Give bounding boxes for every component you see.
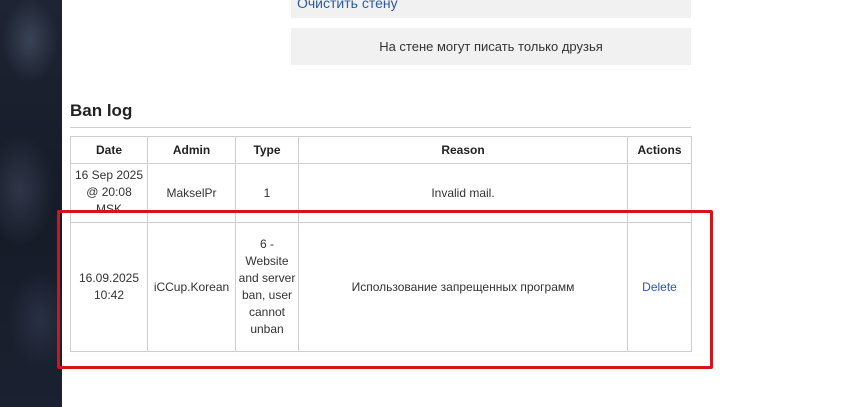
column-header-admin: Admin xyxy=(147,136,236,164)
column-header-type: Type xyxy=(235,136,299,164)
column-header-date: Date xyxy=(70,136,148,164)
ban-admin-cell: MakselPr xyxy=(147,163,236,223)
ban-actions-cell: Delete xyxy=(627,222,692,352)
ban-log-title: Ban log xyxy=(70,101,133,120)
clear-wall-link[interactable]: Очистить стену xyxy=(297,0,398,12)
ban-date-cell: 16.09.2025 10:42 xyxy=(70,222,148,352)
sidebar-background-image xyxy=(0,0,62,407)
ban-reason-cell: Invalid mail. xyxy=(298,163,628,223)
ban-reason-cell: Использование запрещенных программ xyxy=(298,222,628,352)
clear-wall-panel: Очистить стену xyxy=(291,0,691,18)
ban-date-cell: 16 Sep 2025 @ 20:08 MSK xyxy=(70,163,148,223)
ban-admin-cell: iCCup.Korean xyxy=(147,222,236,352)
column-header-actions: Actions xyxy=(627,136,692,164)
ban-log-divider xyxy=(70,127,691,128)
delete-ban-link[interactable]: Delete xyxy=(642,280,677,294)
table-row: 16.09.2025 10:42 iCCup.Korean 6 - Websit… xyxy=(70,222,692,352)
ban-actions-cell xyxy=(627,163,692,223)
ban-date: 16 Sep 2025 @ 20:08 MSK xyxy=(74,168,144,216)
wall-friends-only-note: На стене могут писать только друзья xyxy=(291,28,691,65)
table-row: 16 Sep 2025 @ 20:08 MSK MakselPr 1 Inval… xyxy=(70,163,692,223)
ban-type-cell: 1 xyxy=(235,163,299,223)
column-header-reason: Reason xyxy=(298,136,628,164)
ban-log-table: Date Admin Type Reason Actions 16 Sep 20… xyxy=(70,136,692,352)
ban-log-header-row: Date Admin Type Reason Actions xyxy=(70,136,692,164)
ban-type-cell: 6 - Website and server ban, user cannot … xyxy=(235,222,299,352)
